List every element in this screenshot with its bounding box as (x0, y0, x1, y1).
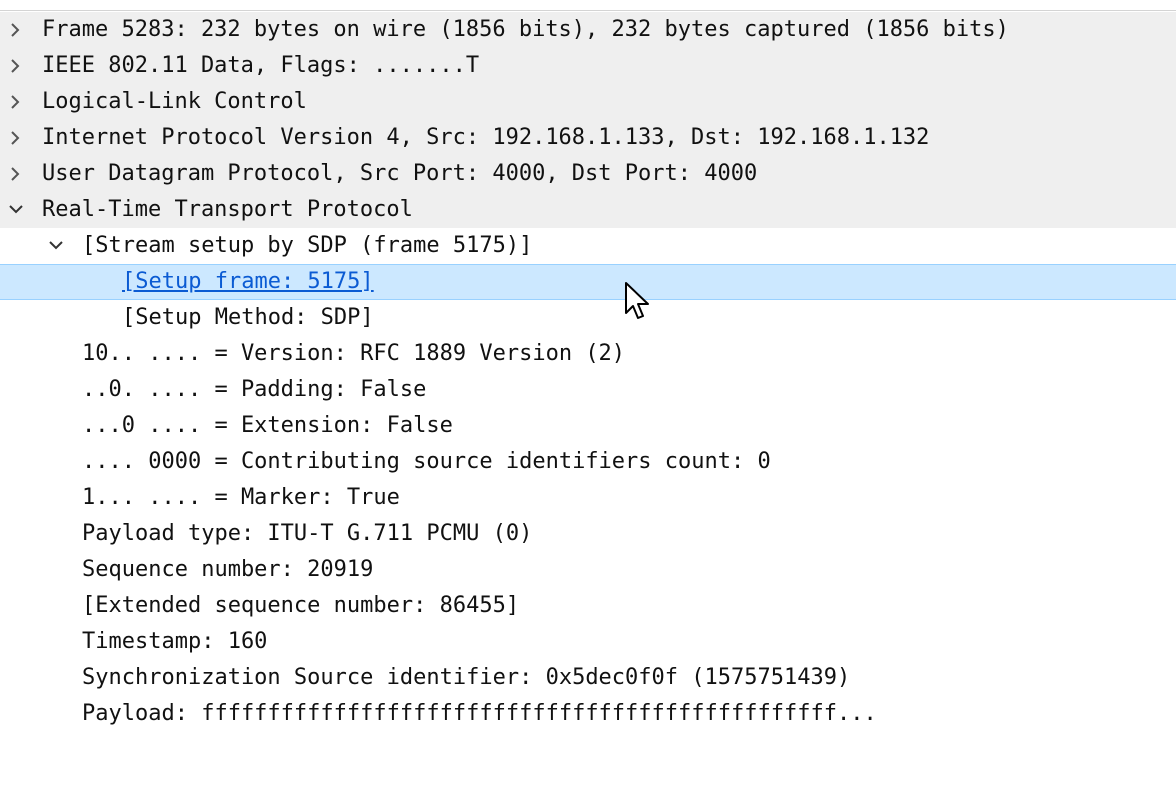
tree-item-extended-sequence[interactable]: [Extended sequence number: 86455] (0, 588, 1176, 624)
tree-item-label: User Datagram Protocol, Src Port: 4000, … (42, 161, 758, 186)
tree-item-label: IEEE 802.11 Data, Flags: .......T (42, 53, 480, 78)
tree-item-label: 10.. .... = Version: RFC 1889 Version (2… (82, 341, 626, 366)
tree-item-ipv4[interactable]: Internet Protocol Version 4, Src: 192.16… (0, 120, 1176, 156)
chevron-right-icon[interactable] (4, 12, 26, 48)
chevron-right-icon[interactable] (4, 156, 26, 192)
tree-item-label: 1... .... = Marker: True (82, 485, 400, 510)
tree-item-label: Payload type: ITU-T G.711 PCMU (0) (82, 521, 533, 546)
tree-item-version[interactable]: 10.. .... = Version: RFC 1889 Version (2… (0, 336, 1176, 372)
tree-item-ieee80211[interactable]: IEEE 802.11 Data, Flags: .......T (0, 48, 1176, 84)
chevron-down-icon[interactable] (4, 192, 26, 228)
tree-item-label: Internet Protocol Version 4, Src: 192.16… (42, 125, 930, 150)
setup-frame-link[interactable]: [Setup frame: 5175] (122, 265, 374, 299)
tree-item-label: [Setup Method: SDP] (122, 305, 374, 330)
tree-item-label: [Stream setup by SDP (frame 5175)] (82, 233, 533, 258)
tree-item-payload[interactable]: Payload: fffffffffffffffffffffffffffffff… (0, 696, 1176, 732)
tree-item-label: ...0 .... = Extension: False (82, 413, 453, 438)
chevron-right-icon[interactable] (4, 48, 26, 84)
tree-item-setup-frame[interactable]: [Setup frame: 5175] (0, 264, 1176, 300)
tree-item-marker[interactable]: 1... .... = Marker: True (0, 480, 1176, 516)
tree-item-label: .... 0000 = Contributing source identifi… (82, 449, 771, 474)
tree-item-label: [Extended sequence number: 86455] (82, 593, 520, 618)
tree-item-label: Real-Time Transport Protocol (42, 197, 413, 222)
mouse-pointer-icon (624, 281, 652, 323)
tree-item-setup-method[interactable]: [Setup Method: SDP] (0, 300, 1176, 336)
tree-item-udp[interactable]: User Datagram Protocol, Src Port: 4000, … (0, 156, 1176, 192)
chevron-right-icon[interactable] (4, 84, 26, 120)
tree-item-label: Sequence number: 20919 (82, 557, 374, 582)
tree-item-ssrc[interactable]: Synchronization Source identifier: 0x5de… (0, 660, 1176, 696)
tree-item-label: ..0. .... = Padding: False (82, 377, 427, 402)
tree-item-extension[interactable]: ...0 .... = Extension: False (0, 408, 1176, 444)
tree-item-sequence[interactable]: Sequence number: 20919 (0, 552, 1176, 588)
tree-item-label: Logical-Link Control (42, 89, 307, 114)
tree-item-timestamp[interactable]: Timestamp: 160 (0, 624, 1176, 660)
tree-item-label: Synchronization Source identifier: 0x5de… (82, 665, 851, 690)
tree-item-label: Payload: fffffffffffffffffffffffffffffff… (82, 701, 877, 726)
tree-item-stream-setup[interactable]: [Stream setup by SDP (frame 5175)] (0, 228, 1176, 264)
chevron-right-icon[interactable] (4, 120, 26, 156)
tree-item-rtp[interactable]: Real-Time Transport Protocol (0, 192, 1176, 228)
packet-details-tree: Frame 5283: 232 bytes on wire (1856 bits… (0, 12, 1176, 732)
tree-item-label: Timestamp: 160 (82, 629, 268, 654)
tree-item-csrc-count[interactable]: .... 0000 = Contributing source identifi… (0, 444, 1176, 480)
top-divider (0, 0, 1176, 11)
tree-item-label: Frame 5283: 232 bytes on wire (1856 bits… (42, 17, 1009, 42)
tree-item-frame[interactable]: Frame 5283: 232 bytes on wire (1856 bits… (0, 12, 1176, 48)
tree-item-llc[interactable]: Logical-Link Control (0, 84, 1176, 120)
tree-item-payload-type[interactable]: Payload type: ITU-T G.711 PCMU (0) (0, 516, 1176, 552)
chevron-down-icon[interactable] (44, 228, 66, 264)
tree-item-padding[interactable]: ..0. .... = Padding: False (0, 372, 1176, 408)
